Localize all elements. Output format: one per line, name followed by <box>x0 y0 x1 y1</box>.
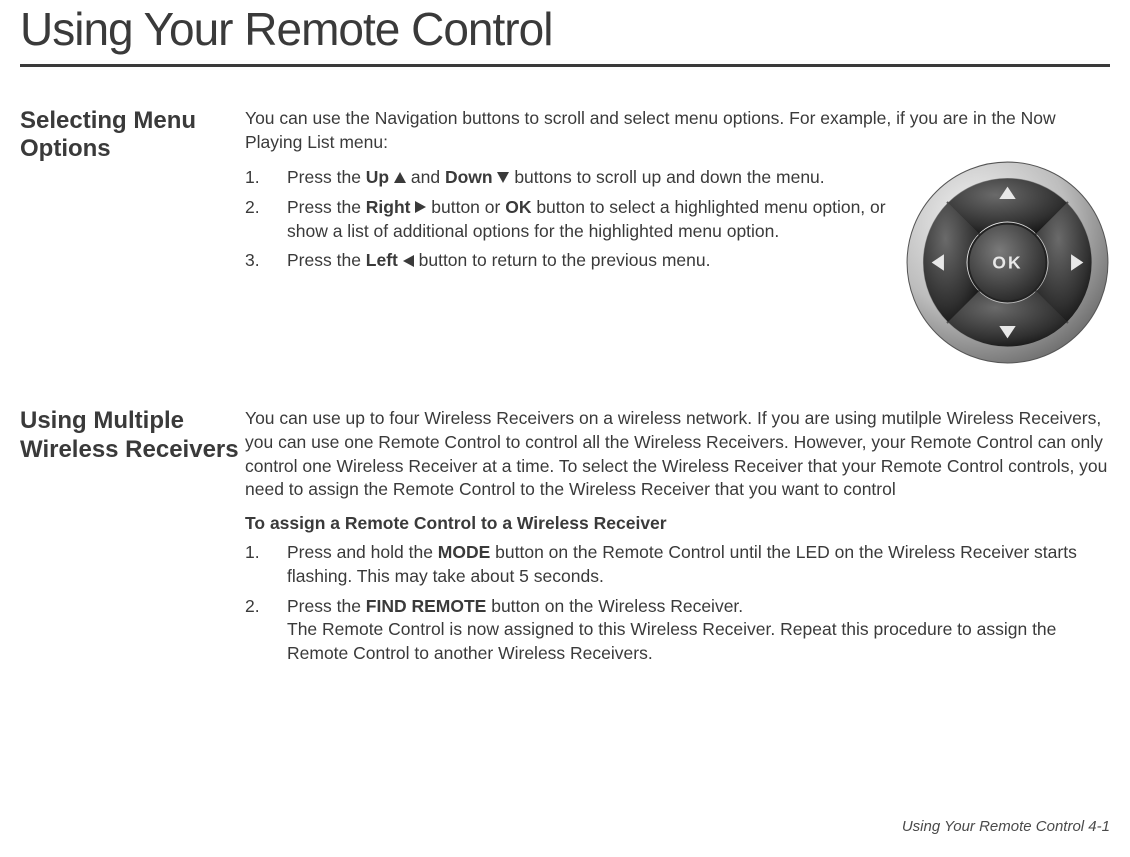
step-2: 2. Press the Right button or OK button t… <box>245 196 891 243</box>
step-number: 2. <box>245 196 287 243</box>
step-text: Press and hold the MODE button on the Re… <box>287 541 1110 588</box>
section-heading: Selecting Menu Options <box>20 107 245 365</box>
section-body: You can use up to four Wireless Receiver… <box>245 407 1110 667</box>
remote-dpad-illustration: OK <box>905 160 1110 365</box>
section-selecting-menu-options: Selecting Menu Options You can use the N… <box>20 107 1110 365</box>
step-text: Press the Right button or OK button to s… <box>287 196 891 243</box>
step-text: Press the Left button to return to the p… <box>287 249 891 273</box>
step-number: 1. <box>245 541 287 588</box>
page-footer: Using Your Remote Control 4-1 <box>902 818 1110 835</box>
intro-text: You can use the Navigation buttons to sc… <box>245 107 1110 154</box>
section-heading: Using Multiple Wireless Receivers <box>20 407 245 667</box>
step-number: 3. <box>245 249 287 273</box>
section-multiple-receivers: Using Multiple Wireless Receivers You ca… <box>20 407 1110 667</box>
step-number: 2. <box>245 595 287 666</box>
ok-label: OK <box>992 253 1022 273</box>
step-number: 1. <box>245 166 287 190</box>
step-text: Press the FIND REMOTE button on the Wire… <box>287 595 1110 666</box>
step-text: Press the Up and Down buttons to scroll … <box>287 166 891 190</box>
arrow-right-icon <box>415 201 426 213</box>
step-1: 1. Press and hold the MODE button on the… <box>245 541 1110 588</box>
section-body: You can use the Navigation buttons to sc… <box>245 107 1110 365</box>
step-3: 3. Press the Left button to return to th… <box>245 249 891 273</box>
intro-text: You can use up to four Wireless Receiver… <box>245 407 1110 502</box>
arrow-down-icon <box>497 172 509 183</box>
subheading: To assign a Remote Control to a Wireless… <box>245 512 1110 536</box>
arrow-up-icon <box>394 172 406 183</box>
step-1: 1. Press the Up and Down buttons to scro… <box>245 166 891 190</box>
page-title: Using Your Remote Control <box>20 0 1110 67</box>
arrow-left-icon <box>403 255 414 267</box>
step-2: 2. Press the FIND REMOTE button on the W… <box>245 595 1110 666</box>
